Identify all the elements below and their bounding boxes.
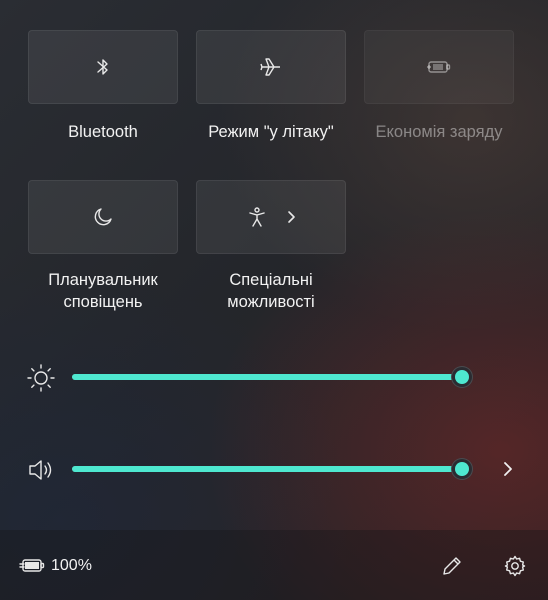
pencil-icon[interactable] — [440, 554, 464, 578]
accessibility-icon — [246, 206, 268, 228]
focus-assist-toggle[interactable] — [28, 180, 178, 254]
battery-percentage: 100% — [51, 557, 92, 574]
sun-icon — [26, 363, 56, 393]
battery-charging-icon[interactable] — [18, 556, 46, 576]
brightness-slider-fill — [72, 374, 464, 380]
battery-saver-label: Економія заряду — [375, 123, 503, 141]
brightness-slider[interactable] — [72, 374, 464, 380]
bluetooth-toggle[interactable] — [28, 30, 178, 104]
battery-saver-toggle[interactable] — [364, 30, 514, 104]
accessibility-label: Спеціальні можливості — [227, 271, 315, 311]
focus-assist-label: Планувальник сповіщень — [48, 271, 158, 311]
accessibility-button[interactable] — [196, 180, 346, 254]
chevron-right-icon — [286, 210, 296, 224]
airplane-icon — [259, 56, 283, 78]
bluetooth-label: Bluetooth — [68, 123, 138, 141]
gear-icon[interactable] — [503, 554, 527, 578]
brightness-slider-thumb[interactable] — [451, 366, 473, 388]
audio-output-chevron-icon[interactable] — [500, 460, 516, 478]
volume-slider-row — [0, 449, 548, 489]
bluetooth-icon — [95, 57, 111, 77]
brightness-slider-row — [0, 357, 548, 397]
volume-slider[interactable] — [72, 466, 464, 472]
volume-slider-thumb[interactable] — [451, 458, 473, 480]
moon-icon — [92, 206, 114, 228]
volume-slider-fill — [72, 466, 464, 472]
quick-settings-footer: 100% — [0, 530, 548, 600]
airplane-mode-toggle[interactable] — [196, 30, 346, 104]
airplane-mode-label: Режим "у літаку" — [208, 123, 334, 141]
speaker-icon[interactable] — [26, 455, 56, 485]
battery-saver-icon — [426, 59, 452, 75]
